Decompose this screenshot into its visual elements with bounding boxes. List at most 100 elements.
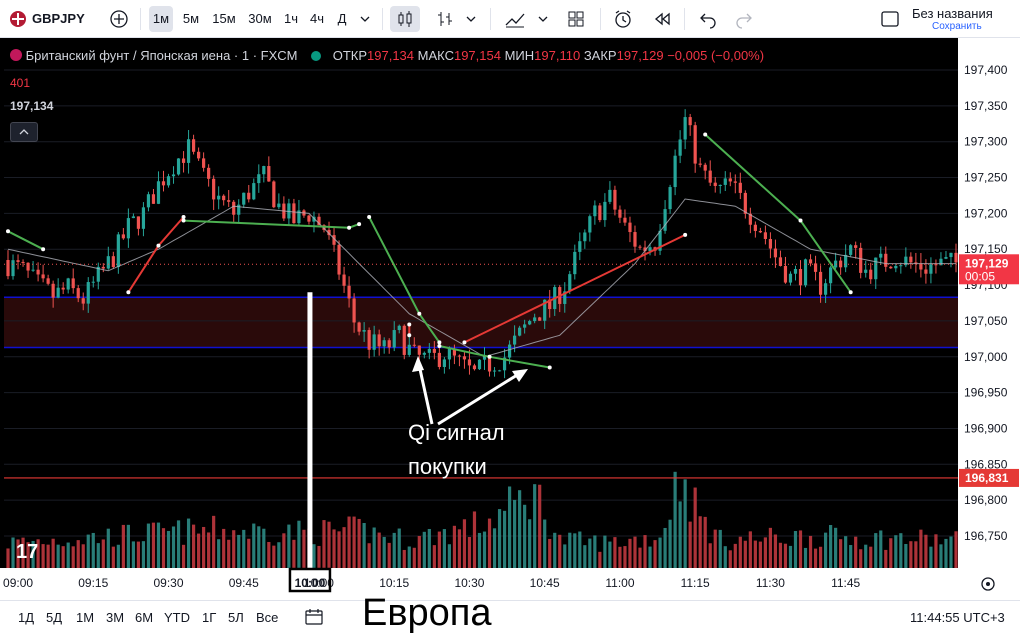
replay-rewind-icon[interactable] (648, 6, 676, 32)
symbol-logo-icon[interactable] (8, 6, 28, 32)
price-tick-label: 196,900 (964, 421, 1008, 435)
layout-name[interactable]: Без названия (912, 6, 993, 21)
range-all[interactable]: Все (256, 610, 278, 625)
tradingview-logo: 17 (16, 541, 38, 563)
candle-body (573, 251, 577, 275)
indicators-icon[interactable] (500, 6, 530, 32)
candle-body (598, 205, 602, 221)
candle-body (11, 260, 15, 277)
volume-bar (783, 543, 788, 568)
interval-5m[interactable]: 5м (178, 6, 204, 32)
candle-body (588, 216, 592, 233)
layout-square-icon[interactable] (876, 6, 904, 32)
volume-bar (869, 546, 873, 568)
candle-body (773, 248, 778, 258)
volume-bar (573, 533, 577, 568)
collapse-legend-button[interactable] (10, 122, 38, 142)
interval-4h[interactable]: 4ч (306, 6, 328, 32)
instrument-title[interactable]: Британский фунт / Японская иена · 1 · FX… (26, 48, 298, 63)
volume-bar (608, 541, 612, 568)
candle-body (568, 274, 572, 292)
candle-body (874, 257, 878, 280)
candle-body (161, 181, 166, 186)
candle-body (352, 298, 356, 323)
interval-1m[interactable]: 1м (149, 6, 173, 32)
undo-icon[interactable] (694, 6, 722, 32)
range-5y[interactable]: 5Л (228, 610, 244, 625)
volume-bar (377, 532, 381, 568)
volume-bar (432, 545, 436, 568)
volume-bar (763, 537, 767, 568)
volume-bar (663, 527, 667, 568)
interval-1d[interactable]: Д (332, 6, 352, 32)
candle-body (663, 209, 667, 231)
candlestick-chart[interactable]: 197,400 197,350 197,300 197,250 197,200 197,1… (0, 38, 1020, 600)
range-3m[interactable]: 3М (106, 610, 124, 625)
alert-clock-icon[interactable] (608, 6, 638, 32)
candle-body (859, 247, 863, 273)
volume-bar (643, 535, 647, 568)
range-1y[interactable]: 1Г (202, 610, 216, 625)
chart-type-chevron-icon[interactable] (462, 6, 480, 32)
volume-bar (287, 524, 291, 568)
range-ytd[interactable]: YTD (164, 610, 190, 625)
indicators-chevron-icon[interactable] (534, 6, 552, 32)
volume-bar (924, 534, 928, 568)
redo-icon[interactable] (730, 6, 758, 32)
volume-bar (518, 490, 522, 568)
range-1d[interactable]: 1Д (18, 610, 34, 625)
volume-bar (818, 546, 823, 568)
session-label: Европа (362, 592, 492, 634)
compare-add-icon[interactable] (106, 6, 132, 32)
volume-bar (513, 499, 517, 568)
candle-body (197, 151, 201, 159)
save-label[interactable]: Сохранить (932, 21, 982, 32)
interval-30m[interactable]: 30м (244, 6, 276, 32)
candle-body (477, 359, 482, 370)
candle-body (357, 322, 361, 332)
interval-1h[interactable]: 1ч (280, 6, 302, 32)
volume-bar (889, 538, 893, 568)
interval-15m[interactable]: 15м (208, 6, 240, 32)
layout-grid-icon[interactable] (562, 6, 590, 32)
candle-body (934, 264, 938, 266)
zigzag-point (367, 214, 372, 219)
candle-body (708, 170, 712, 183)
volume-bar (56, 544, 60, 568)
zigzag-point (487, 354, 492, 359)
volume-bar (482, 531, 487, 568)
symbol-search[interactable]: GBPJPY (32, 6, 92, 32)
interval-dropdown-chevron-icon[interactable] (356, 6, 374, 32)
volume-bar (71, 546, 75, 568)
candle-body (889, 266, 893, 269)
volume-bar (487, 518, 492, 568)
volume-bar (151, 522, 156, 568)
candle-body (417, 345, 421, 355)
volume-bar (879, 530, 883, 568)
volume-bar (538, 484, 542, 568)
axis-settings-icon-dot (986, 582, 990, 586)
candle-body (462, 356, 467, 360)
clock[interactable]: 11:44:55 UTC+3 (910, 610, 1005, 625)
bars-chart-type-icon[interactable] (432, 6, 458, 32)
chart-pane[interactable]: 197,400 197,350 197,300 197,250 197,200 197,1… (0, 38, 1020, 600)
candle-body (76, 288, 80, 299)
volume-bar (808, 535, 813, 568)
range-6m[interactable]: 6М (135, 610, 153, 625)
range-5d[interactable]: 5Д (46, 610, 62, 625)
candles-chart-type-icon[interactable] (390, 6, 420, 32)
volume-bar (944, 538, 948, 568)
volume-bar (723, 546, 727, 568)
volume-bar (793, 530, 798, 568)
candle-body (723, 178, 727, 185)
volume-bar (849, 545, 853, 568)
volume-bar (558, 534, 562, 568)
candle-body (292, 203, 296, 224)
range-1m[interactable]: 1М (76, 610, 94, 625)
volume-bar (41, 544, 45, 568)
candle-body (818, 271, 823, 295)
goto-date-icon[interactable] (304, 607, 324, 630)
volume-bar (472, 511, 477, 568)
volume-bar (748, 531, 752, 568)
candle-body (673, 155, 677, 188)
